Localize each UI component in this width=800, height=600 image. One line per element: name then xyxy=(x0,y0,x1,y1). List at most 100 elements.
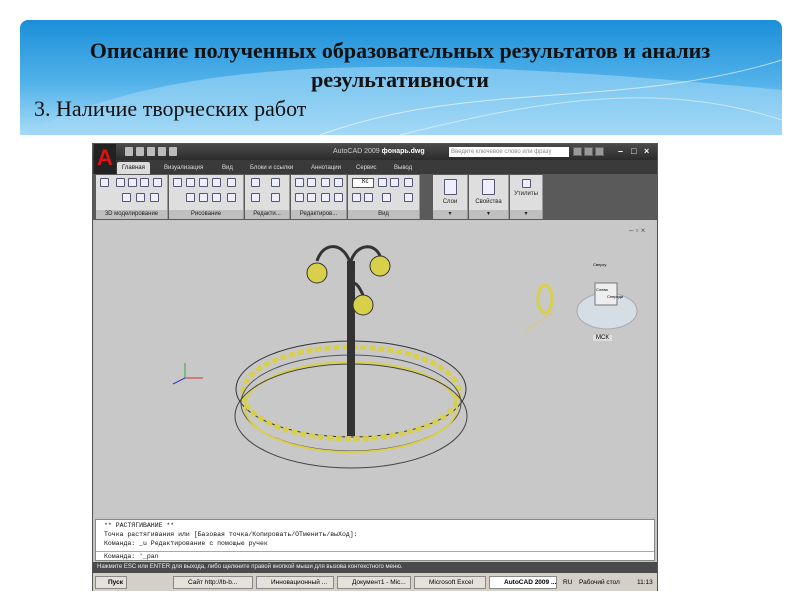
undo-icon[interactable] xyxy=(169,147,177,156)
visual-style-dropdown[interactable]: Кс xyxy=(352,178,374,188)
search-icon[interactable] xyxy=(573,147,582,156)
command-input[interactable]: Команда: '_pan xyxy=(96,551,654,560)
rectangle-icon[interactable] xyxy=(212,193,221,202)
panel-label[interactable]: Редакти... xyxy=(245,210,289,219)
tab-view[interactable]: Вид xyxy=(217,162,238,174)
taskbar-item[interactable]: Инновационный ... xyxy=(256,576,334,589)
tab-blocks[interactable]: Блоки и ссылки xyxy=(245,162,298,174)
array-icon[interactable] xyxy=(307,193,316,202)
properties-label: Свойства xyxy=(475,199,502,205)
panel-properties[interactable]: Свойства ▾ xyxy=(469,175,509,219)
hatch-icon[interactable] xyxy=(199,178,208,187)
intersect-icon[interactable] xyxy=(136,193,145,202)
mirror-icon[interactable] xyxy=(334,178,343,187)
eye-icon[interactable] xyxy=(227,178,236,187)
viewport-controls-icon: – ▫ × xyxy=(629,226,646,235)
circle-icon[interactable] xyxy=(227,193,236,202)
slice-icon[interactable] xyxy=(153,178,162,187)
tab-annotations[interactable]: Аннотации xyxy=(306,162,346,174)
imprint-icon[interactable] xyxy=(251,193,260,202)
3d-move-icon[interactable] xyxy=(150,193,159,202)
search-input[interactable]: Введите ключевое слово или фразу xyxy=(449,147,569,157)
desktop-toolbar[interactable]: Рабочий стол xyxy=(579,577,620,588)
subtract-icon[interactable] xyxy=(122,193,131,202)
zoom-window-icon[interactable] xyxy=(382,193,391,202)
language-indicator[interactable]: RU xyxy=(563,577,572,588)
command-window[interactable]: ** РАСТЯГИВАНИЕ ** Точка растягивания ил… xyxy=(95,519,655,561)
text-style-icon[interactable] xyxy=(364,193,373,202)
offset-icon[interactable] xyxy=(295,193,304,202)
separate-icon[interactable] xyxy=(271,193,280,202)
viewcube-front[interactable]: Слева xyxy=(596,287,608,292)
title-bar: AutoCAD 2009 фонарь.dwg Введите ключевое… xyxy=(93,144,657,160)
rotate-icon[interactable] xyxy=(307,178,316,187)
viewcube-right[interactable]: Спереди xyxy=(607,294,623,299)
taskbar-item[interactable]: Microsoft Excel xyxy=(414,576,486,589)
panel-view: Кс Вид xyxy=(348,175,420,219)
layers-label: Слои xyxy=(442,199,458,205)
taskbar-item-active[interactable]: AutoCAD 2009 ... xyxy=(489,576,557,589)
spline-icon[interactable] xyxy=(186,193,195,202)
save-icon[interactable] xyxy=(147,147,155,156)
layers-dropdown[interactable]: ▾ xyxy=(433,210,467,219)
file-name: фонарь.dwg xyxy=(381,148,425,155)
close-icon[interactable]: × xyxy=(644,146,649,156)
tab-home[interactable]: Главная xyxy=(117,162,150,174)
communication-icon[interactable] xyxy=(584,147,593,156)
scale-icon[interactable] xyxy=(334,193,343,202)
favorites-icon[interactable] xyxy=(595,147,604,156)
model-drawing: – ▫ × xyxy=(172,226,646,469)
polygon-icon[interactable] xyxy=(199,193,208,202)
zoom-icon[interactable] xyxy=(352,193,361,202)
ucs-menu[interactable]: МСК xyxy=(593,335,612,341)
slide-subtitle: 3. Наличие творческих работ xyxy=(34,96,307,121)
panel-label[interactable]: Редактиров... xyxy=(291,210,346,219)
camera-icon[interactable] xyxy=(378,178,387,187)
print-icon[interactable] xyxy=(158,147,166,156)
viewports-icon[interactable] xyxy=(404,193,413,202)
line-icon[interactable] xyxy=(173,178,182,187)
solid-edit-icon[interactable] xyxy=(251,178,260,187)
extrude-icon[interactable] xyxy=(116,178,125,187)
street-lamp xyxy=(306,245,391,436)
panel-layers[interactable]: Слои ▾ xyxy=(433,175,468,219)
erase-icon[interactable] xyxy=(321,193,330,202)
tab-visualization[interactable]: Визуализация xyxy=(159,162,208,174)
panel-modify: Редактиров... xyxy=(291,175,347,219)
tab-output[interactable]: Вывод xyxy=(389,162,417,174)
slide-title: Описание полученных образовательных резу… xyxy=(89,38,711,92)
new-icon[interactable] xyxy=(125,147,133,156)
walk-icon[interactable] xyxy=(390,178,399,187)
layers-icon xyxy=(444,179,457,195)
taskbar-item[interactable]: Документ1 - Mic... xyxy=(337,576,411,589)
tab-tools[interactable]: Сервис xyxy=(351,162,382,174)
minimize-icon[interactable]: – xyxy=(618,146,623,156)
panel-edit-solids: Редакти... xyxy=(245,175,290,219)
autocad-logo[interactable]: A xyxy=(94,144,116,174)
copy-icon[interactable] xyxy=(321,178,330,187)
viewcube-top[interactable]: Сверху xyxy=(593,262,606,267)
panel-label[interactable]: Рисование xyxy=(169,210,243,219)
panel-label[interactable]: Вид xyxy=(348,210,419,219)
maximize-icon[interactable]: □ xyxy=(631,146,636,156)
utilities-dropdown[interactable]: ▾ xyxy=(510,210,542,219)
orbit-icon[interactable] xyxy=(404,178,413,187)
presspull-icon[interactable] xyxy=(128,178,137,187)
taskbar-item[interactable]: Сайт http://lb-b... xyxy=(173,576,253,589)
polyline-icon[interactable] xyxy=(186,178,195,187)
command-history-line: Точка растягивания или [Базовая точка/Ко… xyxy=(104,531,358,538)
panel-utilities[interactable]: Утилиты ▾ xyxy=(510,175,543,219)
properties-dropdown[interactable]: ▾ xyxy=(469,210,508,219)
ucs-icon xyxy=(172,363,203,385)
open-icon[interactable] xyxy=(136,147,144,156)
start-button[interactable]: Пуск xyxy=(95,576,127,589)
autocad-window: AutoCAD 2009 фонарь.dwg Введите ключевое… xyxy=(92,143,658,591)
box-icon[interactable] xyxy=(100,178,109,187)
panel-3d-modeling: 3D моделирование xyxy=(96,175,168,219)
drawing-viewport[interactable]: – ▫ × Сверху Слева Спереди МСК xyxy=(95,221,655,517)
panel-label[interactable]: 3D моделирование xyxy=(96,210,167,219)
shell-icon[interactable] xyxy=(271,178,280,187)
union-icon[interactable] xyxy=(140,178,149,187)
move-icon[interactable] xyxy=(295,178,304,187)
table-icon[interactable] xyxy=(212,178,221,187)
